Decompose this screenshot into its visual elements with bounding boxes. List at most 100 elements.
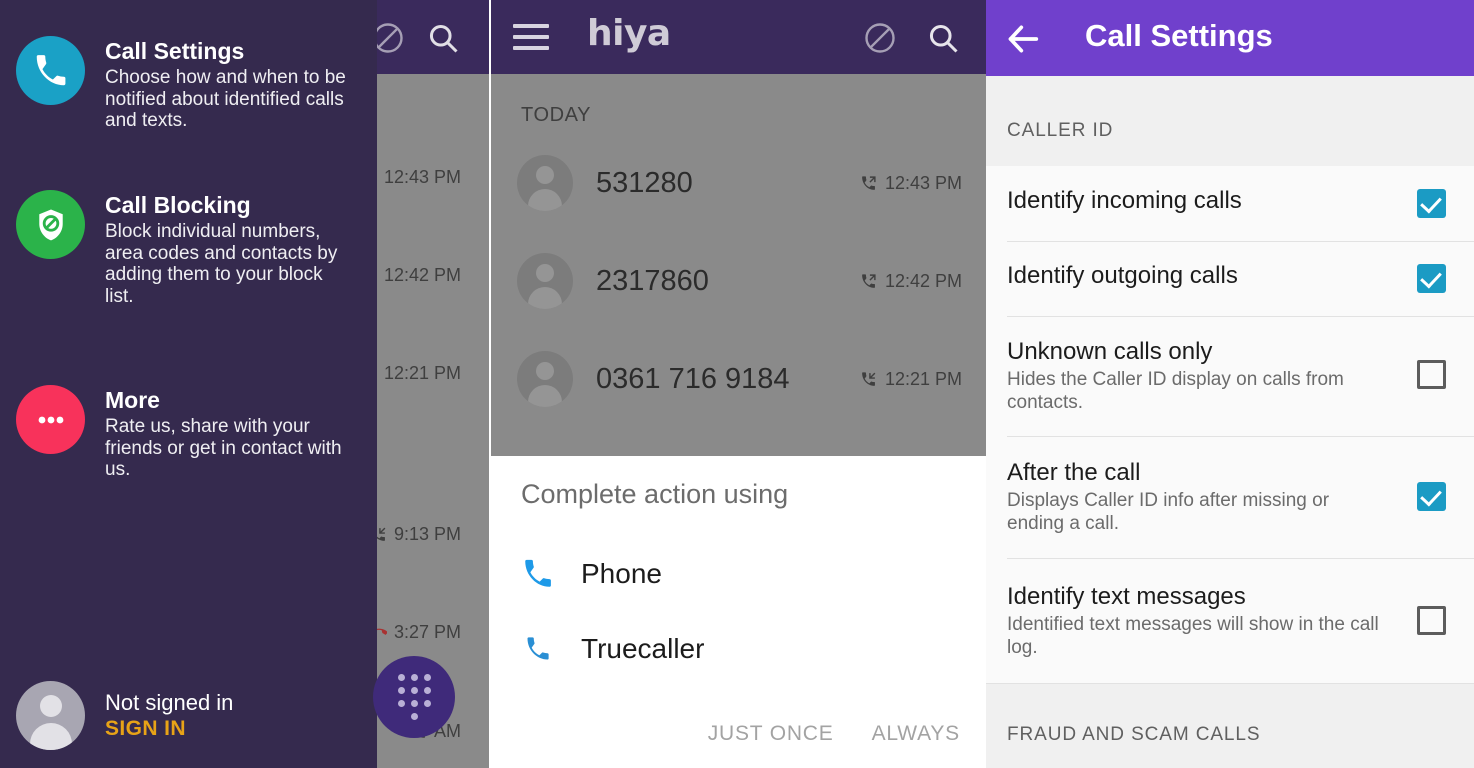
time-label: 3:27 PM [393,622,461,642]
call-settings-appbar: Call Settings [986,0,1474,76]
dialog-actions: JUST ONCE ALWAYS [706,716,962,752]
setting-title: After the call [1007,459,1141,486]
more-dots-icon [16,385,85,454]
divider [1007,316,1474,317]
background-call-time: 3:27 PM [369,622,461,643]
avatar [517,155,573,211]
setting-text: After the call Displays Caller ID info a… [1007,458,1377,535]
phone-icon [16,36,85,105]
checkbox-unknown-calls-only[interactable] [1417,360,1446,389]
section-header-caller-id: CALLER ID [986,76,1474,166]
dialog-option-label: Truecaller [581,633,705,664]
call-log-row[interactable]: 531280 12:43 PM [491,134,986,232]
drawer-item-more[interactable]: More Rate us, share with your friends or… [16,385,361,481]
setting-row-identify-outgoing-calls[interactable]: Identify outgoing calls [986,241,1474,316]
sign-in-link[interactable]: SIGN IN [105,716,233,742]
checkbox-after-the-call[interactable] [1417,482,1446,511]
drawer-item-desc: Choose how and when to be notified about… [105,67,346,132]
call-settings-panel: Call Settings CALLER ID Identify incomin… [986,0,1474,768]
drawer-account[interactable]: Not signed in SIGN IN [16,681,361,750]
time-label: 9:13 PM [393,524,461,544]
setting-row-unknown-calls-only[interactable]: Unknown calls only Hides the Caller ID d… [986,316,1474,436]
setting-title: Unknown calls only [1007,338,1213,365]
call-number: 531280 [596,166,693,199]
dialpad-icon [397,674,431,721]
time-label: 12:42 PM [383,265,461,285]
phone-handset-icon [517,557,559,591]
search-icon[interactable] [925,20,961,56]
just-once-button[interactable]: JUST ONCE [706,716,836,752]
account-text: Not signed in SIGN IN [105,689,233,743]
avatar [16,681,85,750]
setting-subtitle: Hides the Caller ID display on calls fro… [1007,369,1344,413]
drawer-item-desc: Block individual numbers, area codes and… [105,221,338,307]
call-time-label: 12:21 PM [884,368,962,389]
hamburger-icon[interactable] [513,24,549,50]
time-label: 12:43 PM [383,167,461,187]
drawer-item-title: Call Settings [105,38,245,64]
drawer-item-title: Call Blocking [105,192,251,218]
avatar [517,253,573,309]
divider [1007,558,1474,559]
drawer-item-text: Call Blocking Block individual numbers, … [105,190,355,307]
time-label: 12:21 PM [383,363,461,383]
account-status: Not signed in [105,689,234,715]
section-header-fraud-and-scam-calls: FRAUD AND SCAM CALLS [986,683,1474,768]
page-title: Call Settings [1085,18,1273,53]
call-number: 2317860 [596,264,709,297]
avatar [517,351,573,407]
hiya-logo: hiya [587,13,671,54]
call-log-row[interactable]: 2317860 12:42 PM [491,232,986,330]
setting-row-identify-incoming-calls[interactable]: Identify incoming calls [986,166,1474,241]
navigation-drawer: Call Settings Choose how and when to be … [0,0,377,768]
call-number: 0361 716 9184 [596,362,790,395]
setting-row-after-the-call[interactable]: After the call Displays Caller ID info a… [986,436,1474,558]
divider [1007,436,1474,437]
complete-action-dialog: Complete action using Phone Truecaller J… [489,456,986,768]
drawer-item-text: More Rate us, share with your friends or… [105,385,355,481]
block-icon[interactable] [862,20,898,56]
call-time-label: 12:43 PM [884,172,962,193]
setting-text: Unknown calls only Hides the Caller ID d… [1007,337,1377,414]
setting-title: Identify outgoing calls [1007,262,1238,289]
setting-text: Identify outgoing calls [1007,261,1377,290]
dialog-option-label: Phone [581,558,662,589]
call-time: 12:43 PM [860,173,962,194]
setting-text: Identify incoming calls [1007,186,1377,215]
drawer-item-call-blocking[interactable]: Call Blocking Block individual numbers, … [16,190,361,307]
search-icon[interactable] [425,20,461,56]
hiya-appbar: hiya [491,0,986,74]
setting-text: Identify text messages Identified text m… [1007,582,1402,659]
divider [1007,241,1474,242]
shield-block-icon [16,190,85,259]
checkbox-identify-outgoing-calls[interactable] [1417,264,1446,293]
setting-title: Identify incoming calls [1007,187,1242,214]
dialog-option-phone[interactable]: Phone [489,541,986,607]
hiya-call-list: TODAY 531280 12:43 PM 2317860 12:42 PM 0… [491,74,986,456]
call-time: 12:42 PM [860,271,962,292]
screenshot-root: 12:43 PM 12:42 PM 12:21 PM 9:13 PM 3:27 … [0,0,1474,768]
dialpad-fab[interactable] [373,656,455,738]
always-button[interactable]: ALWAYS [870,716,962,752]
checkbox-identify-text-messages[interactable] [1417,606,1446,635]
setting-subtitle: Displays Caller ID info after missing or… [1007,490,1330,534]
back-arrow-icon[interactable] [1003,19,1043,59]
setting-row-identify-text-messages[interactable]: Identify text messages Identified text m… [986,558,1474,683]
drawer-item-desc: Rate us, share with your friends or get … [105,416,342,481]
call-time-label: 12:42 PM [884,270,962,291]
dialog-title: Complete action using [521,479,789,509]
background-call-time: 9:13 PM [370,524,461,545]
checkbox-identify-incoming-calls[interactable] [1417,189,1446,218]
drawer-item-text: Call Settings Choose how and when to be … [105,36,355,132]
phone-handset-icon [517,635,559,663]
setting-title: Identify text messages [1007,583,1246,610]
section-label-today: TODAY [521,104,592,126]
call-log-row[interactable]: 0361 716 9184 12:21 PM [491,330,986,428]
section-header-label: FRAUD AND SCAM CALLS [1007,724,1261,745]
call-time: 12:21 PM [860,369,962,390]
setting-subtitle: Identified text messages will show in th… [1007,614,1379,658]
drawer-item-call-settings[interactable]: Call Settings Choose how and when to be … [16,36,361,132]
section-header-label: CALLER ID [1007,120,1114,141]
dialog-option-truecaller[interactable]: Truecaller [489,616,986,682]
drawer-item-title: More [105,387,160,413]
